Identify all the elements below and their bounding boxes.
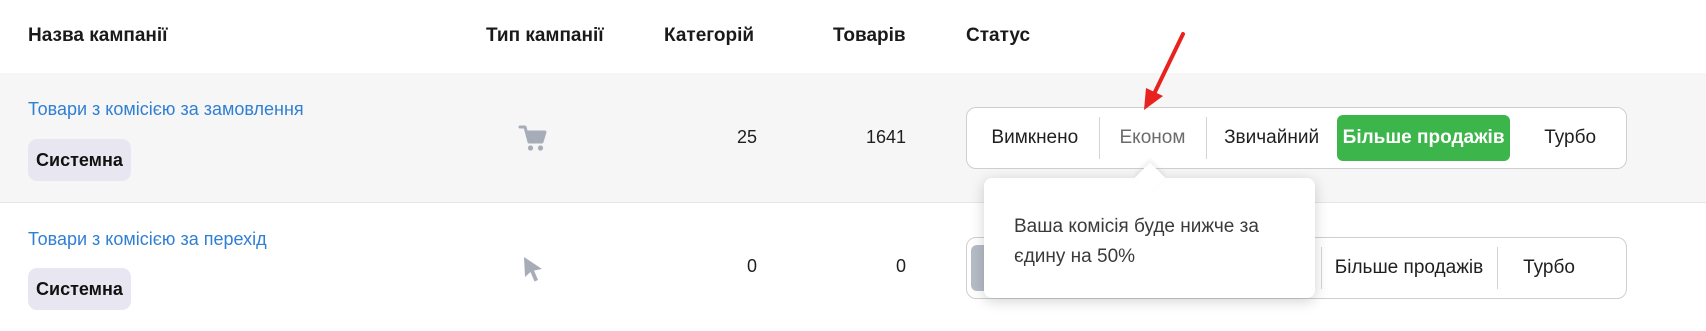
status-option-turbo[interactable]: Турбо (1497, 245, 1601, 291)
campaign-name-link[interactable]: Товари з комісією за перехід (28, 229, 267, 250)
status-option-more-sales[interactable]: Більше продажів (1321, 245, 1497, 291)
status-selector: Вимкнено Економ Звичайний Більше продажі… (966, 107, 1627, 169)
system-badge: Системна (28, 139, 131, 181)
categories-count: 0 (746, 256, 757, 276)
status-option-more-sales[interactable]: Більше продажів (1336, 115, 1511, 161)
table-header: Назва кампанії Тип кампанії Категорій То… (0, 0, 1706, 73)
campaigns-table: Назва кампанії Тип кампанії Категорій То… (0, 0, 1706, 331)
column-header-categories: Категорій (664, 25, 755, 46)
cart-icon (518, 125, 547, 151)
table-row: Товари з комісією за перехід Системна 0 … (0, 204, 1706, 331)
column-header-type: Тип кампанії (486, 25, 604, 46)
goods-count: 0 (895, 256, 906, 276)
categories-count: 25 (736, 127, 757, 147)
table-row: Товари з комісією за замовлення Системна… (0, 73, 1706, 203)
status-option-turbo[interactable]: Турбо (1518, 115, 1622, 161)
status-option-economy[interactable]: Економ (1098, 115, 1207, 161)
campaign-name-link[interactable]: Товари з комісією за замовлення (28, 99, 304, 120)
status-tooltip: Ваша комісія буде нижче за єдину на 50% (984, 178, 1315, 298)
system-badge: Системна (28, 268, 131, 310)
goods-count: 1641 (865, 127, 906, 147)
column-header-status: Статус (966, 25, 1031, 46)
column-header-goods: Товарів (833, 25, 906, 46)
cursor-icon (524, 257, 542, 282)
annotation-arrow-icon (1144, 32, 1185, 110)
status-option-off[interactable]: Вимкнено (971, 115, 1099, 161)
status-option-normal[interactable]: Звичайний (1206, 115, 1337, 161)
column-header-name: Назва кампанії (28, 25, 168, 46)
tooltip-text: Ваша комісія буде нижче за єдину на 50% (1014, 216, 1259, 267)
